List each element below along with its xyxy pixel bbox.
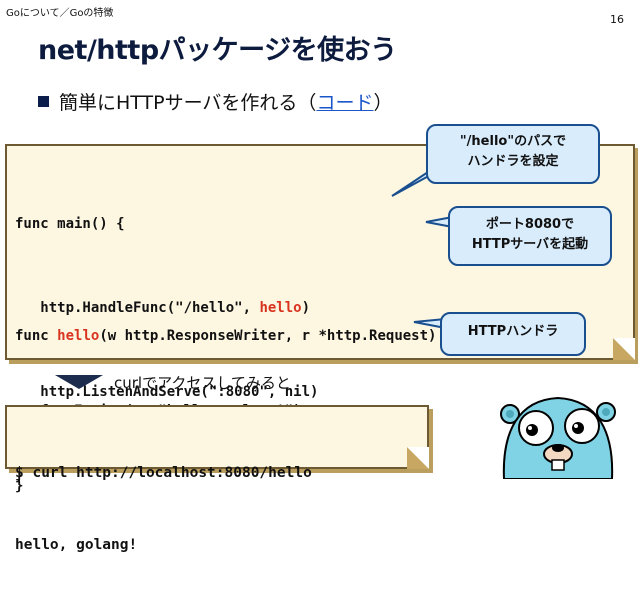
gopher-mascot-icon [500, 396, 616, 479]
callout-handler: HTTPハンドラ [440, 312, 586, 356]
bullet-suffix: ） [373, 92, 393, 114]
page-fold-corner [407, 447, 429, 469]
page-fold-corner [613, 338, 635, 360]
callout-text: "/hello"のパスで [459, 134, 567, 149]
down-arrow-icon [55, 375, 103, 389]
callout-handlefunc: "/hello"のパスで ハンドラを設定 [426, 124, 600, 184]
callout-text: ポート8080で [485, 217, 575, 232]
terminal-result: hello, golang! [15, 537, 138, 553]
code-link[interactable]: コード [316, 92, 373, 114]
code-highlight: hello [57, 328, 100, 344]
bullet-square-icon [38, 96, 49, 107]
callout-text: HTTPサーバを起動 [471, 237, 589, 252]
code-line: func hello(w http.ResponseWriter, r *htt… [15, 328, 454, 344]
breadcrumb: Goについて／Goの特徴 [6, 8, 114, 19]
bullet-item: 簡単にHTTPサーバを作れる（コード） [38, 88, 392, 115]
callout-text: ハンドラを設定 [467, 154, 559, 169]
bullet-text: 簡単にHTTPサーバを作れる（ [59, 92, 317, 114]
page-number: 16 [610, 13, 624, 26]
code-line: func main() { [15, 216, 125, 232]
callout-listen: ポート8080で HTTPサーバを起動 [448, 206, 612, 266]
page-title: net/httpパッケージを使おう [38, 35, 397, 66]
terminal-block: $ curl http://localhost:8080/hello hello… [5, 405, 429, 553]
curl-caption: curlでアクセスしてみると [114, 374, 291, 392]
terminal-command: $ curl http://localhost:8080/hello [15, 465, 312, 481]
terminal-output: $ curl http://localhost:8080/hello hello… [15, 413, 312, 605]
